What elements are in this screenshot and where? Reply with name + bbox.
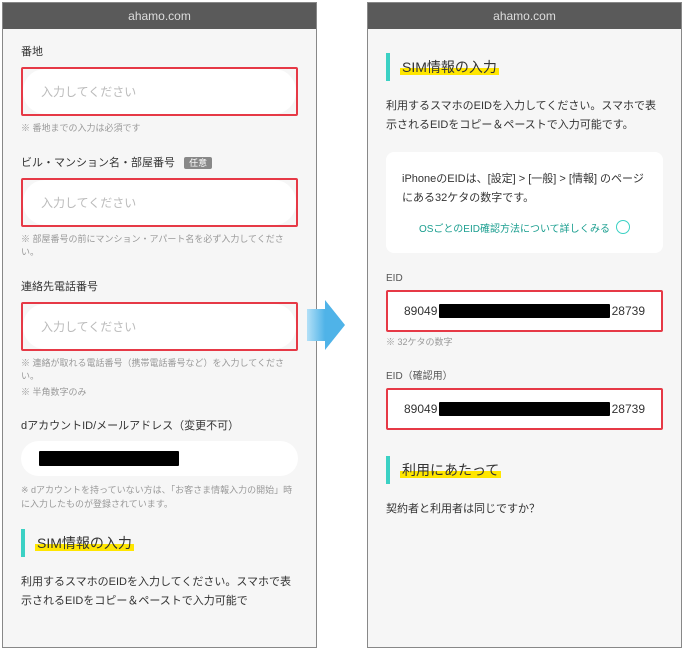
section-sim-title-r: SIM情報の入力 xyxy=(400,59,499,75)
section-sim-title: SIM情報の入力 xyxy=(35,535,134,551)
input-eid-confirm[interactable]: 89049 28739 xyxy=(388,390,661,428)
label-eid-confirm: EID（確認用） xyxy=(386,367,663,382)
input-wrap-eid: 89049 28739 xyxy=(386,290,663,332)
section-usage: 利用にあたって xyxy=(386,456,663,484)
input-wrap-building: 入力してください xyxy=(21,178,298,227)
section-sim-info: SIM情報の入力 xyxy=(21,529,298,557)
label-building: ビル・マンション名・部屋番号 任意 xyxy=(21,154,298,170)
input-daccount-readonly xyxy=(21,441,298,476)
input-phone[interactable]: 入力してください xyxy=(23,304,296,349)
eid-howto-link[interactable]: OSごとのEID確認方法について詳しくみる xyxy=(402,220,647,235)
url-bar-right: ahamo.com xyxy=(368,3,681,29)
url-bar: ahamo.com xyxy=(3,3,316,29)
label-building-text: ビル・マンション名・部屋番号 xyxy=(21,157,175,169)
optional-badge: 任意 xyxy=(184,157,212,169)
eid-redacted xyxy=(439,304,609,318)
help-daccount: ※ dアカウントを持っていない方は、「お客さま情報入力の開始」時に入力したものが… xyxy=(21,484,298,511)
label-daccount: dアカウントID/メールアドレス（変更不可） xyxy=(21,417,298,433)
screen-address-form: ahamo.com 番地 入力してください ※ 番地までの入力は必須です ビル・… xyxy=(2,2,317,648)
help-street: ※ 番地までの入力は必須です xyxy=(21,122,298,136)
input-wrap-street: 入力してください xyxy=(21,67,298,116)
eid-info-box: iPhoneのEIDは、[設定] > [一般] > [情報] のページにある32… xyxy=(386,152,663,252)
eid-prefix: 89049 xyxy=(404,304,437,318)
label-phone: 連絡先電話番号 xyxy=(21,278,298,294)
help-building: ※ 部屋番号の前にマンション・アパート名を必ず入力してください。 xyxy=(21,233,298,260)
sim-desc-r: 利用するスマホのEIDを入力してください。スマホで表示されるEIDをコピー＆ペー… xyxy=(386,97,663,134)
eid-info-text: iPhoneのEIDは、[設定] > [一般] > [情報] のページにある32… xyxy=(402,170,647,207)
section-sim-info-r: SIM情報の入力 xyxy=(386,53,663,81)
eid-suffix: 28739 xyxy=(612,304,645,318)
eid2-prefix: 89049 xyxy=(404,402,437,416)
input-wrap-eid-confirm: 89049 28739 xyxy=(386,388,663,430)
sim-desc: 利用するスマホのEIDを入力してください。スマホで表示されるEIDをコピー＆ペー… xyxy=(21,573,298,610)
section-usage-title: 利用にあたって xyxy=(400,462,501,478)
input-street-number[interactable]: 入力してください xyxy=(23,69,296,114)
sim-content: SIM情報の入力 利用するスマホのEIDを入力してください。スマホで表示されるE… xyxy=(368,29,681,647)
label-street-number: 番地 xyxy=(21,43,298,59)
input-eid[interactable]: 89049 28739 xyxy=(388,292,661,330)
screen-sim-info: ahamo.com SIM情報の入力 利用するスマホのEIDを入力してください。… xyxy=(367,2,682,648)
input-building[interactable]: 入力してください xyxy=(23,180,296,225)
help-phone-2: ※ 半角数字のみ xyxy=(21,386,298,400)
help-eid: ※ 32ケタの数字 xyxy=(386,336,663,350)
redacted-email xyxy=(39,451,179,466)
label-eid: EID xyxy=(386,273,663,284)
help-phone-1: ※ 連絡が取れる電話番号（携帯電話番号など）を入力してください。 xyxy=(21,357,298,384)
form-content: 番地 入力してください ※ 番地までの入力は必須です ビル・マンション名・部屋番… xyxy=(3,29,316,647)
question-same-user: 契約者と利用者は同じですか？ xyxy=(386,500,663,516)
eid2-suffix: 28739 xyxy=(612,402,645,416)
input-wrap-phone: 入力してください xyxy=(21,302,298,351)
eid2-redacted xyxy=(439,402,609,416)
arrow-icon xyxy=(325,300,345,350)
